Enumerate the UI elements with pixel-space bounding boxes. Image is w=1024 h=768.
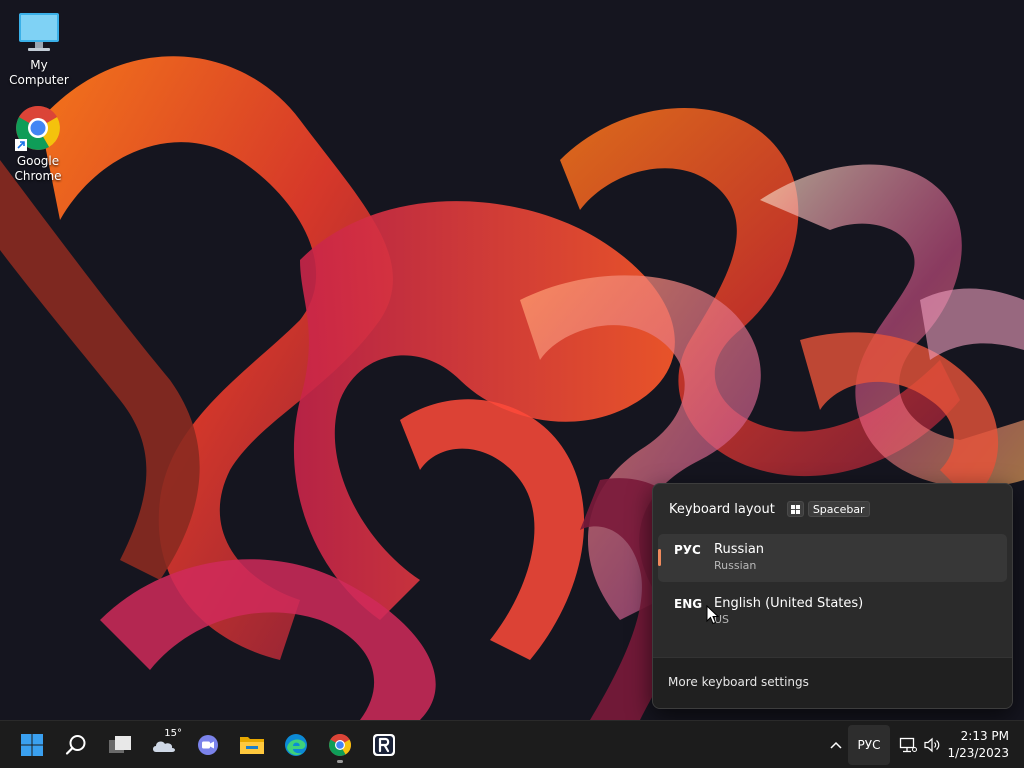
start-icon xyxy=(21,734,43,756)
layout-item-russian[interactable]: РУС Russian Russian xyxy=(658,534,1007,582)
r-app-icon xyxy=(373,734,395,756)
layout-name: English (United States) xyxy=(714,596,864,611)
chat-icon xyxy=(198,735,218,755)
selection-indicator xyxy=(658,549,661,566)
taskbar-clock[interactable]: 2:13 PM 1/23/2023 xyxy=(947,728,1009,762)
network-icon xyxy=(899,737,917,753)
edge-button[interactable] xyxy=(276,725,316,765)
mouse-cursor-icon xyxy=(706,605,720,625)
layout-code: ENG xyxy=(674,597,703,611)
speaker-icon xyxy=(924,737,940,753)
spacebar-key-badge: Spacebar xyxy=(807,501,870,517)
clock-time: 2:13 PM xyxy=(960,729,1009,743)
task-view-button[interactable] xyxy=(100,725,140,765)
weather-widget-button[interactable]: 15° xyxy=(144,725,184,765)
volume-button[interactable] xyxy=(921,725,943,765)
desktop-icon-label: Google Chrome xyxy=(14,154,62,183)
flyout-title: Keyboard layout xyxy=(669,501,775,517)
layout-sub: Russian xyxy=(714,559,757,572)
chrome-icon xyxy=(14,104,62,152)
weather-temperature: 15° xyxy=(164,728,182,739)
network-status-button[interactable] xyxy=(896,725,920,765)
more-keyboard-settings-link[interactable]: More keyboard settings xyxy=(668,675,809,689)
search-button[interactable] xyxy=(56,725,96,765)
desktop: My Computer Google Chrome Keyboard layou… xyxy=(0,0,1024,720)
windows-key-icon xyxy=(786,501,804,517)
flyout-footer: More keyboard settings xyxy=(653,657,1012,708)
file-explorer-button[interactable] xyxy=(232,725,272,765)
chrome-icon xyxy=(329,734,351,756)
chat-button[interactable] xyxy=(188,725,228,765)
keyboard-layout-flyout: Keyboard layout Spacebar РУС Russian Rus… xyxy=(652,483,1013,709)
flyout-header: Keyboard layout Spacebar xyxy=(669,499,870,519)
layout-name: Russian xyxy=(714,542,765,557)
file-explorer-icon xyxy=(240,737,264,754)
start-button[interactable] xyxy=(12,725,52,765)
desktop-icon-label: My Computer xyxy=(9,58,69,87)
layout-code: РУС xyxy=(674,543,701,557)
show-hidden-icons-button[interactable] xyxy=(822,725,850,765)
desktop-icon-google-chrome[interactable]: Google Chrome xyxy=(0,104,76,184)
edge-icon xyxy=(285,734,307,756)
chevron-up-icon xyxy=(830,741,842,749)
task-view-icon xyxy=(109,736,131,753)
monitor-icon xyxy=(15,8,63,56)
clock-date: 1/23/2023 xyxy=(947,746,1009,760)
search-icon xyxy=(65,735,86,755)
language-indicator[interactable]: РУС xyxy=(848,725,890,765)
taskbar: 15° РУС 2:13 PM 1/23/2023 xyxy=(0,720,1024,768)
r-app-button[interactable] xyxy=(364,725,404,765)
chrome-taskbar-button[interactable] xyxy=(320,725,360,765)
running-indicator xyxy=(337,760,343,763)
desktop-icon-my-computer[interactable]: My Computer xyxy=(1,8,77,88)
